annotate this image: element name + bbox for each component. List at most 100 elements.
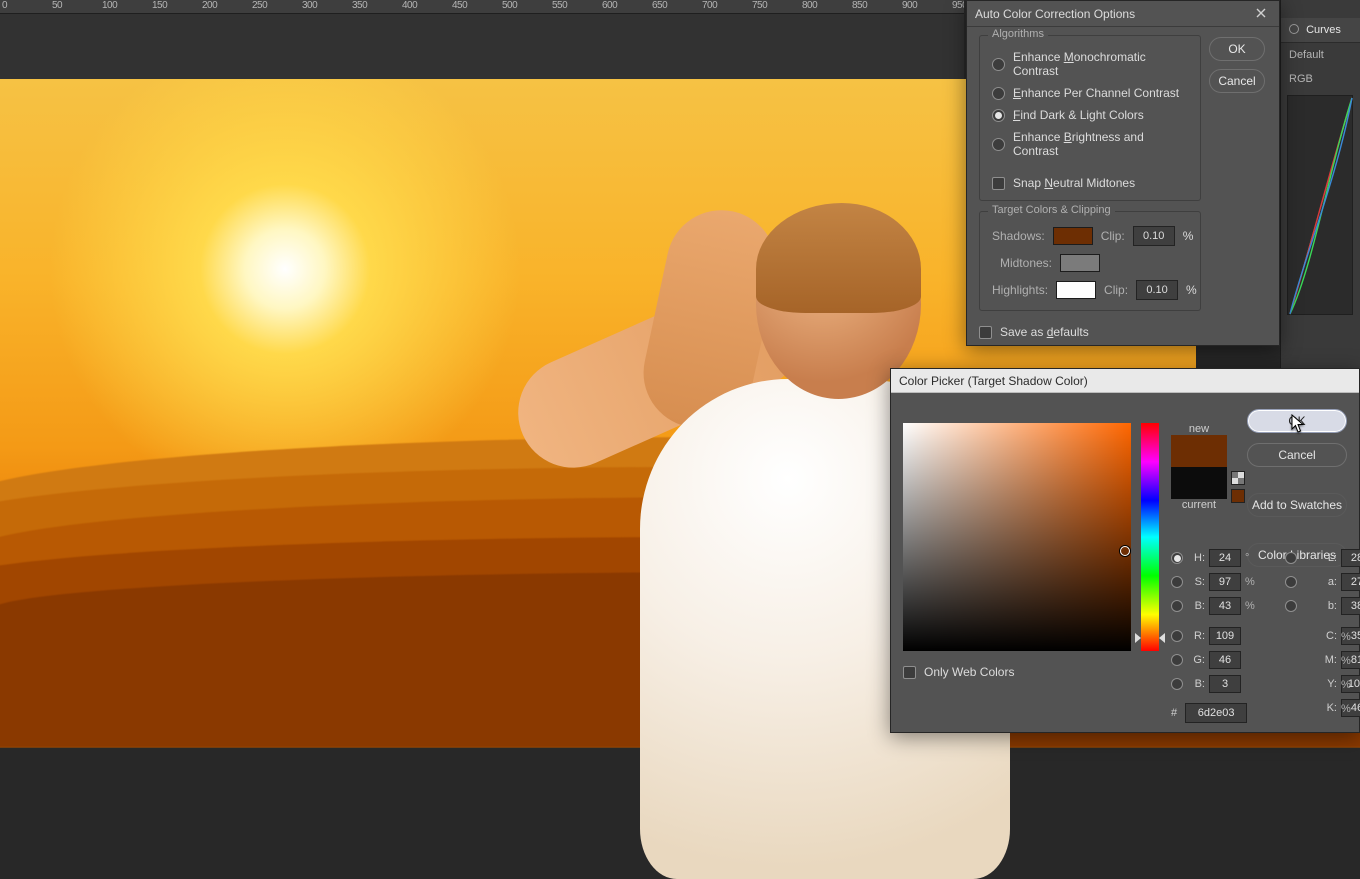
label-y: Y: <box>1305 678 1337 690</box>
highlights-swatch[interactable] <box>1056 281 1096 299</box>
curves-channel[interactable]: RGB <box>1281 67 1360 91</box>
radio-b-lab[interactable] <box>1285 600 1297 612</box>
radio-s[interactable] <box>1171 576 1183 588</box>
radio-icon <box>992 109 1005 122</box>
curves-panel-label: Curves <box>1306 24 1341 36</box>
websafe-warning-icon[interactable] <box>1231 489 1245 503</box>
pct-label: % <box>1183 229 1194 243</box>
ruler-tick: 800 <box>800 0 850 11</box>
ruler-tick: 700 <box>700 0 750 11</box>
ok-button[interactable]: OK <box>1247 409 1347 433</box>
radio-b-rgb[interactable] <box>1171 678 1183 690</box>
highlights-label: Highlights: <box>992 283 1048 297</box>
only-web-colors[interactable]: Only Web Colors <box>903 665 1014 679</box>
checkbox-icon <box>992 177 1005 190</box>
checkbox-icon <box>903 666 916 679</box>
ruler-tick: 250 <box>250 0 300 11</box>
radio-icon <box>992 138 1005 151</box>
label-b-hsb: B: <box>1189 600 1205 612</box>
curves-panel-tab[interactable]: Curves <box>1281 18 1360 43</box>
adjustment-icon <box>1289 24 1299 34</box>
ruler-tick: 200 <box>200 0 250 11</box>
ruler-tick: 350 <box>350 0 400 11</box>
ruler-tick: 100 <box>100 0 150 11</box>
ruler-tick: 0 <box>0 0 50 11</box>
hex-label: # <box>1171 707 1177 719</box>
midtones-swatch[interactable] <box>1060 254 1100 272</box>
dialog-titlebar[interactable]: Auto Color Correction Options <box>967 1 1279 27</box>
clip-label: Clip: <box>1101 229 1125 243</box>
label-g: G: <box>1189 654 1205 666</box>
save-as-defaults[interactable]: Save as defaults <box>979 321 1267 343</box>
midtones-label: Midtones: <box>992 256 1052 270</box>
color-picker-dialog: Color Picker (Target Shadow Color) new c… <box>890 368 1360 733</box>
ruler-tick: 400 <box>400 0 450 11</box>
ruler-tick: 50 <box>50 0 100 11</box>
ruler-tick: 900 <box>900 0 950 11</box>
new-color-swatch[interactable] <box>1171 435 1227 467</box>
current-color-swatch[interactable] <box>1171 467 1227 499</box>
input-h[interactable] <box>1209 549 1241 567</box>
radio-a[interactable] <box>1285 576 1297 588</box>
radio-b-hsb[interactable] <box>1171 600 1183 612</box>
algo-monochromatic[interactable]: Enhance Monochromatic Contrast <box>992 46 1188 82</box>
algo-find-dark-light[interactable]: Find Dark & Light Colors <box>992 104 1188 126</box>
shadows-label: Shadows: <box>992 229 1045 243</box>
curves-preset[interactable]: Default <box>1281 43 1360 67</box>
ruler-tick: 550 <box>550 0 600 11</box>
radio-g[interactable] <box>1171 654 1183 666</box>
radio-h[interactable] <box>1171 552 1183 564</box>
hex-input[interactable] <box>1185 703 1247 723</box>
ruler-tick: 650 <box>650 0 700 11</box>
input-r[interactable] <box>1209 627 1241 645</box>
label-s: S: <box>1189 576 1205 588</box>
input-b-hsb[interactable] <box>1209 597 1241 615</box>
snap-neutral-midtones[interactable]: Snap Neutral Midtones <box>992 172 1188 194</box>
input-s[interactable] <box>1209 573 1241 591</box>
add-to-swatches-button[interactable]: Add to Swatches <box>1247 493 1347 517</box>
ruler-tick: 500 <box>500 0 550 11</box>
label-h: H: <box>1189 552 1205 564</box>
hue-slider-thumb-icon <box>1135 633 1141 643</box>
saturation-value-field[interactable] <box>903 423 1131 651</box>
ruler-tick: 850 <box>850 0 900 11</box>
label-b-rgb: B: <box>1189 678 1205 690</box>
dialog-title: Auto Color Correction Options <box>975 1 1135 27</box>
radio-l[interactable] <box>1285 552 1297 564</box>
radio-icon <box>992 58 1005 71</box>
input-a[interactable] <box>1341 573 1360 591</box>
algo-per-channel[interactable]: Enhance Per Channel Contrast <box>992 82 1188 104</box>
curves-graph[interactable] <box>1287 95 1353 315</box>
targets-legend: Target Colors & Clipping <box>988 204 1115 216</box>
ruler-tick: 950 <box>950 0 964 11</box>
ruler-tick: 300 <box>300 0 350 11</box>
highlights-clip-input[interactable] <box>1136 280 1178 300</box>
shadows-swatch[interactable] <box>1053 227 1093 245</box>
input-b-lab[interactable] <box>1341 597 1360 615</box>
pct-label: % <box>1186 283 1197 297</box>
label-a: a: <box>1305 576 1337 588</box>
ruler-tick: 750 <box>750 0 800 11</box>
color-values-grid: H: ° L: S: % a: B: % b: <box>1171 549 1355 717</box>
hue-slider-thumb-icon <box>1159 633 1165 643</box>
input-l[interactable] <box>1341 549 1360 567</box>
clip-label: Clip: <box>1104 283 1128 297</box>
canvas-workspace <box>0 14 964 733</box>
target-midtones-row: Midtones: <box>992 250 1188 276</box>
close-icon[interactable] <box>1251 1 1271 27</box>
label-b-lab: b: <box>1305 600 1337 612</box>
cancel-button[interactable]: Cancel <box>1247 443 1347 467</box>
radio-r[interactable] <box>1171 630 1183 642</box>
ruler-horizontal: 0501001502002503003504004505005506006507… <box>0 0 964 14</box>
hue-slider[interactable] <box>1141 423 1159 651</box>
shadows-clip-input[interactable] <box>1133 226 1175 246</box>
input-b-rgb[interactable] <box>1209 675 1241 693</box>
input-g[interactable] <box>1209 651 1241 669</box>
dialog-titlebar[interactable]: Color Picker (Target Shadow Color) <box>891 369 1359 393</box>
algo-brightness-contrast[interactable]: Enhance Brightness and Contrast <box>992 126 1188 162</box>
radio-icon <box>992 87 1005 100</box>
gamut-warning-icon[interactable] <box>1231 471 1245 485</box>
ruler-tick: 450 <box>450 0 500 11</box>
checkbox-icon <box>979 326 992 339</box>
new-label: new <box>1171 423 1227 435</box>
